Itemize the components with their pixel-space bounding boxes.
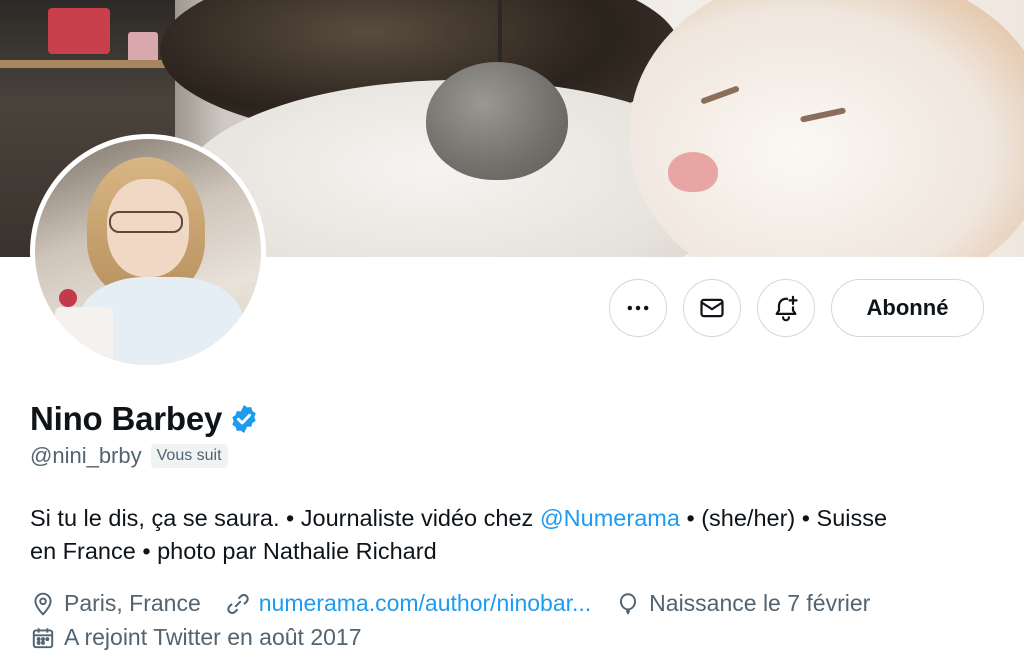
birthday-item: Naissance le 7 février [615,590,870,617]
website-link[interactable]: numerama.com/author/ninobar... [259,590,591,617]
avatar-photo [35,139,261,365]
birthday-text: Naissance le 7 février [649,590,871,616]
banner-toy-ball [426,62,568,180]
profile-meta: Paris, France numerama.com/author/ninoba… [30,590,894,617]
bell-plus-icon [775,295,798,322]
location-pin-icon [34,592,52,616]
bio-mention-link[interactable]: @Numerama [540,505,680,531]
profile-meta-joined: A rejoint Twitter en août 2017 [30,624,386,651]
bio-text-line2: en France • photo par Nathalie Richard [30,538,437,564]
profile-bio: Si tu le dis, ça se saura. • Journaliste… [30,502,990,568]
envelope-icon [700,298,724,318]
name-row: Nino Barbey [30,400,260,438]
link-icon [227,593,249,614]
balloon-icon [620,592,637,614]
profile-avatar[interactable] [30,134,266,370]
following-button[interactable]: Abonné [831,279,984,337]
joined-text: A rejoint Twitter en août 2017 [64,624,362,650]
more-icon [627,305,649,311]
display-name: Nino Barbey [30,400,223,437]
handle-row: @nini_brby Vous suit [30,443,228,469]
banner-white-cat [630,0,1024,257]
notifications-button[interactable] [757,279,815,337]
follows-you-badge: Vous suit [150,444,228,468]
bio-text: Si tu le dis, ça se saura. • Journaliste… [30,505,540,531]
location-text: Paris, France [64,590,201,616]
joined-item: A rejoint Twitter en août 2017 [30,624,362,651]
more-options-button[interactable] [609,279,667,337]
verified-badge-icon[interactable] [228,403,260,435]
bio-text-continued: • (she/her) • Suisse [679,505,888,531]
message-button[interactable] [683,279,741,337]
website-item: numerama.com/author/ninobar... [225,590,591,617]
location-item: Paris, France [30,590,201,617]
calendar-icon [32,627,54,648]
username: @nini_brby [30,443,142,468]
